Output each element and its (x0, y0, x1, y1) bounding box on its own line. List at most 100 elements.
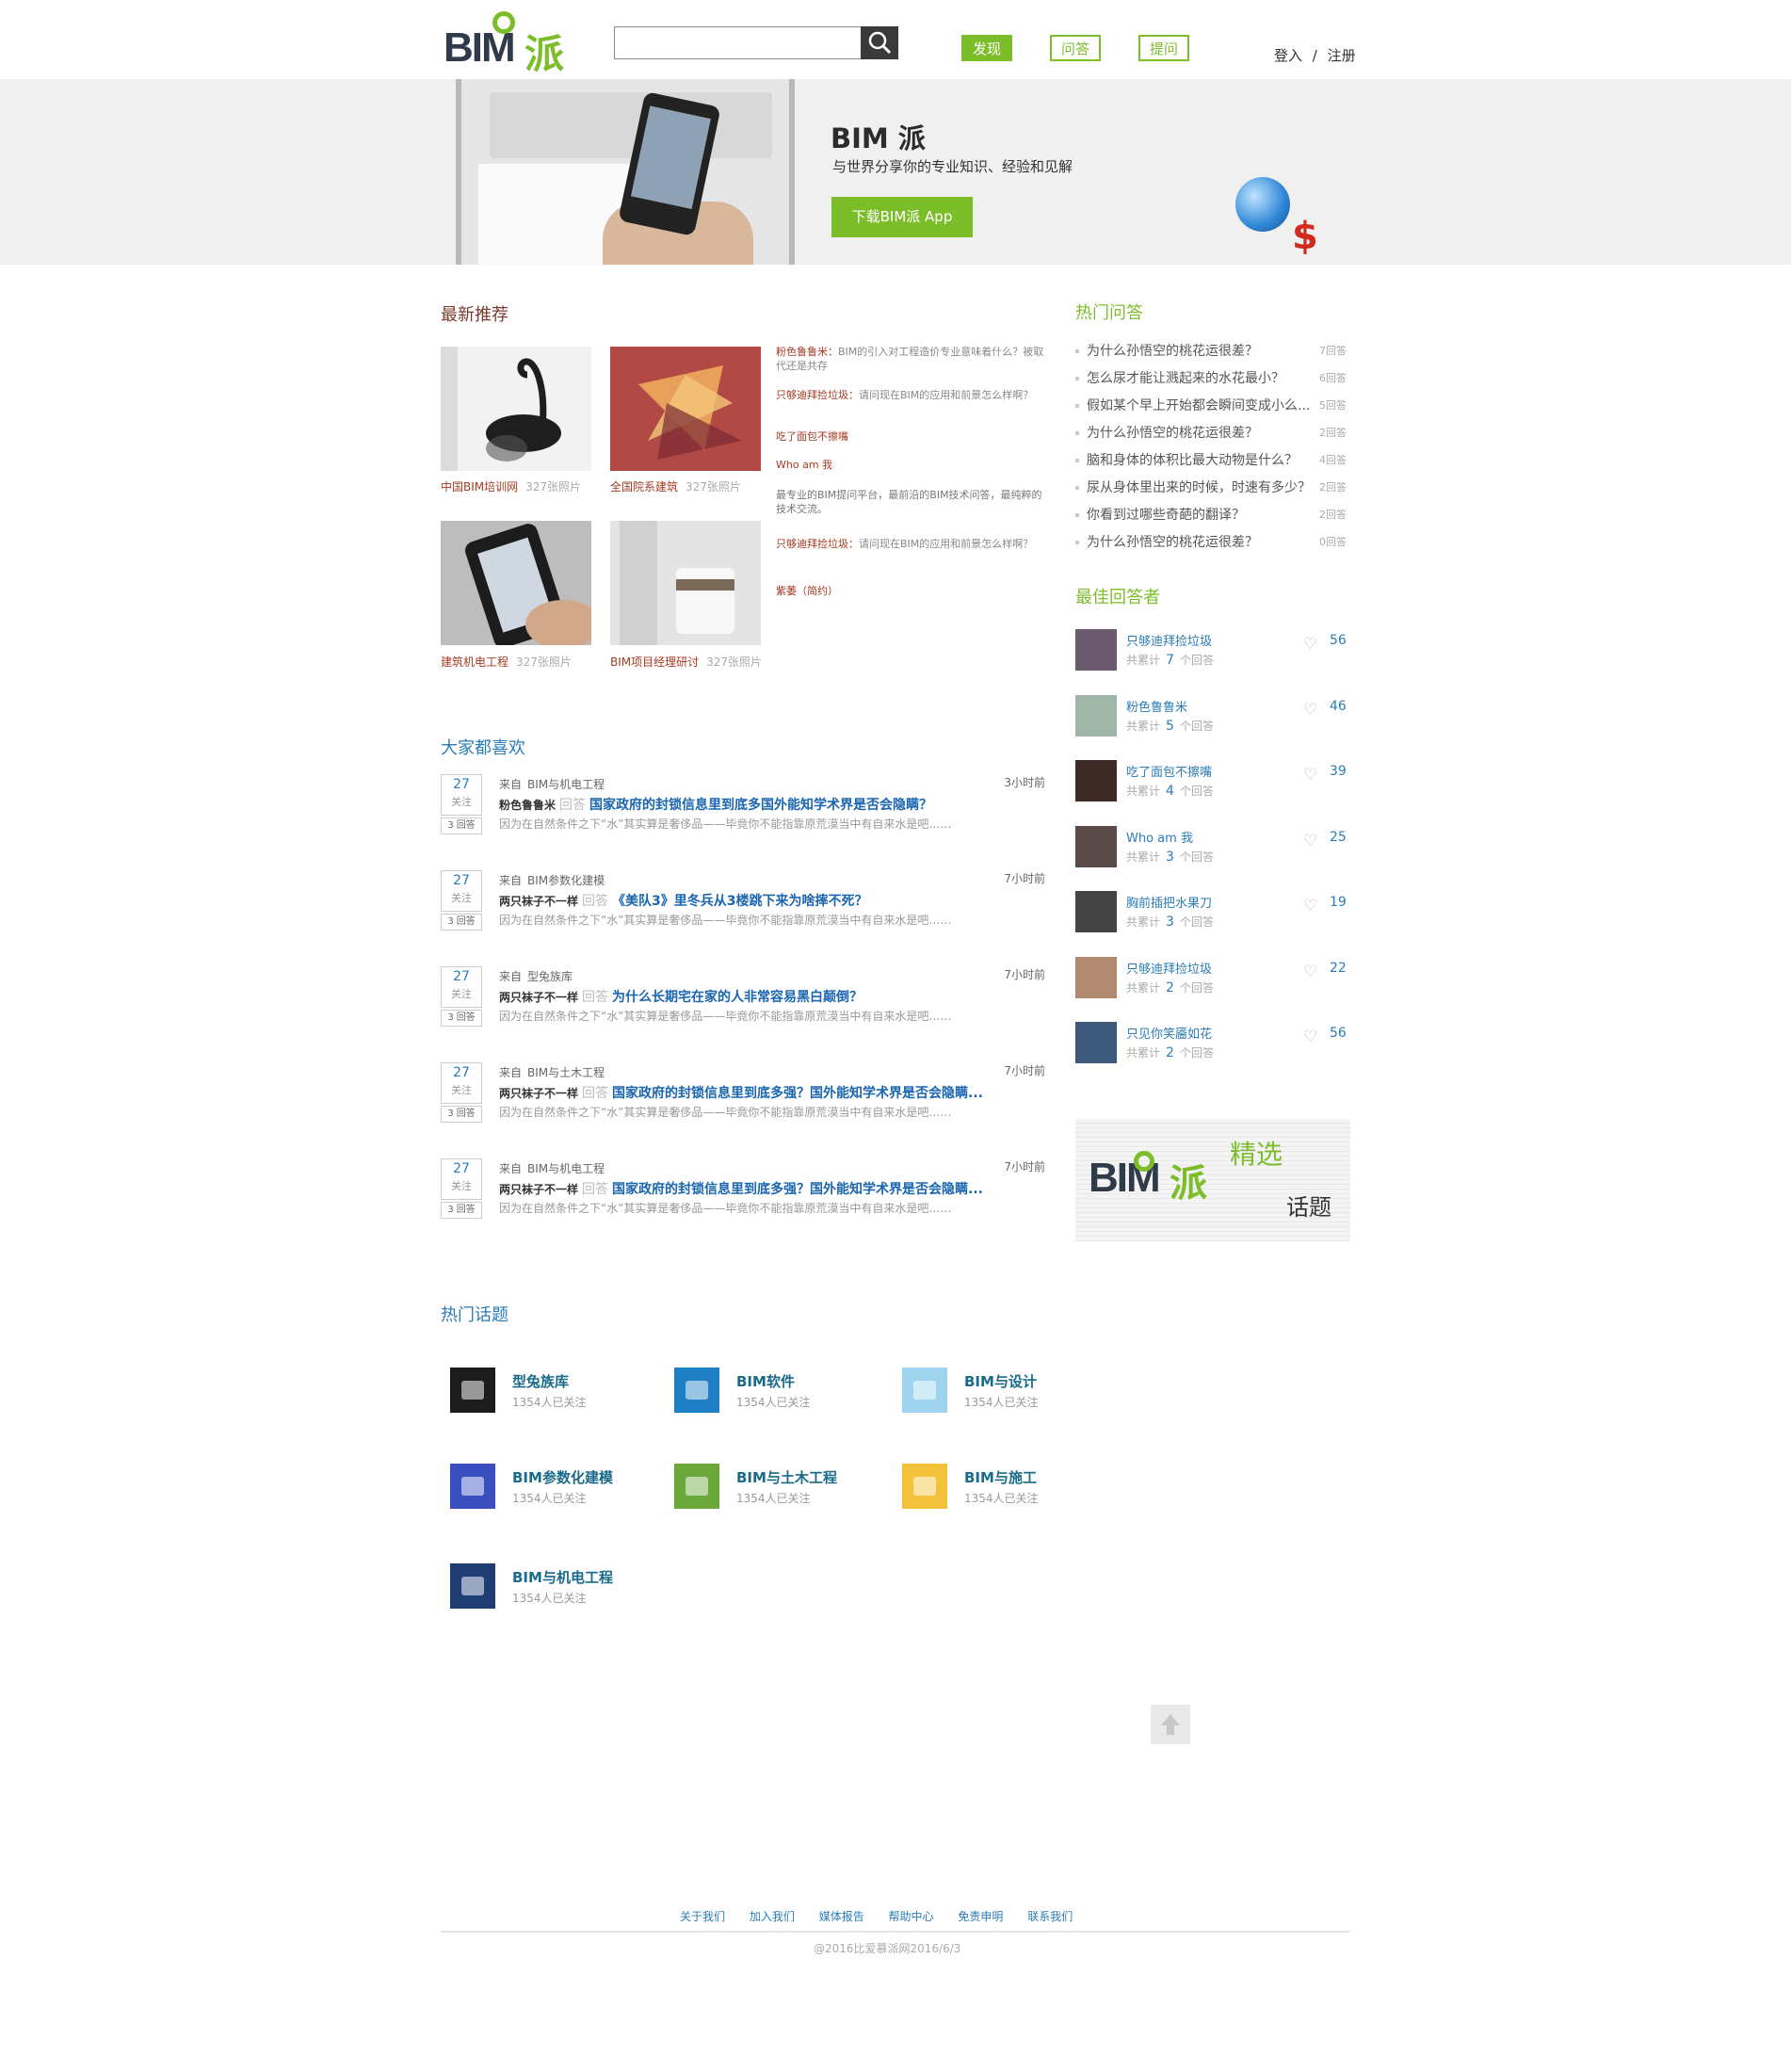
question-link[interactable]: 国家政府的封锁信息里到底多国外能知学术界是否会隐瞒？ (589, 798, 932, 813)
heart-icon[interactable]: ♡ (1303, 1028, 1317, 1046)
topic-followers: 1354人已关注 (736, 1492, 811, 1505)
album-name[interactable]: 建筑机电工程 (441, 656, 508, 669)
question-link[interactable]: 为什么长期宅在家的人非常容易黑白颠倒？ (612, 990, 863, 1005)
avatar[interactable] (1075, 891, 1117, 932)
answer-verb: 回答 (582, 1086, 609, 1101)
footer-link[interactable]: 免责申明 (958, 1910, 1003, 1923)
album-name[interactable]: 全国院系建筑 (610, 480, 678, 494)
heart-icon[interactable]: ♡ (1303, 635, 1317, 654)
hot-question-item[interactable]: 假如某个早上开始都会瞬间变成小么... 5回答 (1075, 396, 1348, 423)
answerer-name[interactable]: Who am 我 (1126, 828, 1193, 846)
heart-icon[interactable]: ♡ (1303, 832, 1317, 850)
question-link[interactable]: 国家政府的封锁信息里到底多强？国外能知学术界是否会隐瞒... (612, 1086, 983, 1101)
answer-excerpt: 因为在自然条件之下“水”其实算是奢侈品——毕竟你不能指靠原荒漠当中有自来水是吧…… (499, 1010, 952, 1023)
hot-question-item[interactable]: 尿从身体里出来的时候，时速有多少？ 2回答 (1075, 478, 1348, 505)
source-topic-link[interactable]: BIM参数化建模 (527, 874, 605, 887)
register-link[interactable]: 注册 (1328, 47, 1356, 64)
recommend-item[interactable]: 粉色鲁鲁米：BIM的引入对工程造价专业意味着什么？被取代还是共存 (776, 345, 1049, 373)
heart-icon[interactable]: ♡ (1303, 701, 1317, 720)
hot-question-item[interactable]: 为什么孙悟空的桃花运很差？ 7回答 (1075, 341, 1348, 368)
factory-icon (450, 1464, 495, 1509)
answerer-name[interactable]: 粉色鲁鲁米 (1126, 697, 1187, 715)
nav-qa[interactable]: 问答 (1050, 35, 1101, 61)
topic-item[interactable]: 型兔族库 1354人已关注 (450, 1368, 657, 1420)
topic-followers: 1354人已关注 (736, 1396, 811, 1409)
topic-item[interactable]: BIM与施工 1354人已关注 (902, 1464, 1109, 1516)
answer-user[interactable]: 两只袜子不一样 (499, 1183, 578, 1196)
recommend-item[interactable]: 只够迪拜捡垃圾：请问现在BIM的应用和前景怎么样啊？ (776, 537, 1049, 551)
source-topic-link[interactable]: 型兔族库 (527, 970, 573, 983)
hot-question-item[interactable]: 怎么尿才能让溅起来的水花最小？ 6回答 (1075, 368, 1348, 396)
album-thumb[interactable] (441, 347, 591, 471)
download-app-button[interactable]: 下载BIM派 App (831, 197, 973, 237)
topic-item[interactable]: BIM参数化建模 1354人已关注 (450, 1464, 657, 1516)
recommend-item[interactable]: Who am 我 (776, 458, 1049, 472)
answer-user[interactable]: 两只袜子不一样 (499, 991, 578, 1004)
follow-count-box[interactable]: 27 关注 (441, 870, 482, 912)
answerer-name[interactable]: 只见你笑靥如花 (1126, 1024, 1212, 1042)
footer-link[interactable]: 媒体报告 (819, 1910, 864, 1923)
footer-link[interactable]: 加入我们 (750, 1910, 795, 1923)
answer-user[interactable]: 两只袜子不一样 (499, 895, 578, 908)
topic-item[interactable]: BIM与土木工程 1354人已关注 (674, 1464, 881, 1516)
answer-user[interactable]: 粉色鲁鲁米 (499, 799, 556, 812)
source-topic-link[interactable]: BIM与机电工程 (527, 1162, 605, 1175)
album-thumb[interactable] (441, 521, 591, 645)
avatar[interactable] (1075, 825, 1117, 867)
login-link[interactable]: 登入 (1274, 47, 1302, 64)
topic-item[interactable]: BIM软件 1354人已关注 (674, 1368, 881, 1420)
album-thumb[interactable] (610, 347, 761, 471)
recommend-item[interactable]: 吃了面包不擦嘴 (776, 429, 1049, 444)
topic-item[interactable]: BIM与设计 1354人已关注 (902, 1368, 1109, 1420)
answer-count: 2回答 (1319, 481, 1347, 494)
heart-icon[interactable]: ♡ (1303, 766, 1317, 785)
recommend-item[interactable]: 只够迪拜捡垃圾：请问现在BIM的应用和前景怎么样啊？ (776, 388, 1049, 402)
avatar[interactable] (1075, 956, 1117, 998)
hot-question-item[interactable]: 脑和身体的体积比最大动物是什么？ 4回答 (1075, 450, 1348, 478)
avatar[interactable] (1075, 694, 1117, 737)
nav-ask[interactable]: 提问 (1138, 35, 1189, 61)
answerer-name[interactable]: 胸前插把水果刀 (1126, 893, 1212, 911)
search-icon (868, 31, 892, 55)
hot-question-item[interactable]: 为什么孙悟空的桃花运很差？ 2回答 (1075, 423, 1348, 450)
album-thumb[interactable] (610, 521, 761, 645)
featured-topics-banner[interactable]: BIM 派 精选 话题 (1075, 1119, 1350, 1241)
avatar[interactable] (1075, 1022, 1117, 1063)
search-input[interactable] (615, 27, 862, 58)
heart-icon[interactable]: ♡ (1303, 963, 1317, 981)
search-button[interactable] (861, 26, 898, 59)
like-count: 46 (1330, 698, 1347, 714)
follow-count-box[interactable]: 27 关注 (441, 966, 482, 1008)
hot-question-item[interactable]: 为什么孙悟空的桃花运很差？ 0回答 (1075, 532, 1348, 559)
answerer-name[interactable]: 只够迪拜捡垃圾 (1126, 631, 1212, 649)
source-topic-link[interactable]: BIM与机电工程 (527, 778, 605, 791)
question-link[interactable]: 《美队3》里冬兵从3楼跳下来为啥摔不死？ (612, 894, 867, 909)
heart-icon[interactable]: ♡ (1303, 897, 1317, 915)
answer-user[interactable]: 两只袜子不一样 (499, 1087, 578, 1100)
source-topic-link[interactable]: BIM与土木工程 (527, 1066, 605, 1079)
like-count: 22 (1330, 960, 1347, 976)
footer-link[interactable]: 关于我们 (680, 1910, 725, 1923)
avatar[interactable] (1075, 629, 1117, 671)
album-name[interactable]: BIM项目经理研讨 (610, 656, 699, 669)
footer-link[interactable]: 帮助中心 (889, 1910, 934, 1923)
coffee-cup-image (610, 521, 761, 645)
hot-question-item[interactable]: 你看到过哪些奇葩的翻译？ 2回答 (1075, 505, 1348, 532)
recommend-item[interactable]: 紫萎（简约） (776, 584, 1049, 598)
timestamp: 7小时前 (1004, 1160, 1045, 1174)
question-link[interactable]: 国家政府的封锁信息里到底多强？国外能知学术界是否会隐瞒... (612, 1182, 983, 1197)
avatar[interactable] (1075, 760, 1117, 801)
answer-count: 4回答 (1319, 454, 1347, 466)
back-to-top-button[interactable] (1151, 1705, 1190, 1744)
answer-line: 两只袜子不一样 回答 国家政府的封锁信息里到底多强？国外能知学术界是否会隐瞒... (499, 1179, 983, 1198)
topic-item[interactable]: BIM与机电工程 1354人已关注 (450, 1563, 657, 1616)
follow-count-box[interactable]: 27 关注 (441, 1158, 482, 1200)
answerer-name[interactable]: 吃了面包不擦嘴 (1126, 762, 1212, 780)
album-name[interactable]: 中国BIM培训网 (441, 480, 518, 494)
nav-discover[interactable]: 发现 (961, 35, 1012, 61)
answerer-name[interactable]: 只够迪拜捡垃圾 (1126, 959, 1212, 977)
follow-count-box[interactable]: 27 关注 (441, 1062, 482, 1104)
follow-count-box[interactable]: 27 关注 (441, 774, 482, 816)
footer-link[interactable]: 联系我们 (1027, 1910, 1073, 1923)
site-logo[interactable]: BIM 派 (444, 11, 572, 77)
